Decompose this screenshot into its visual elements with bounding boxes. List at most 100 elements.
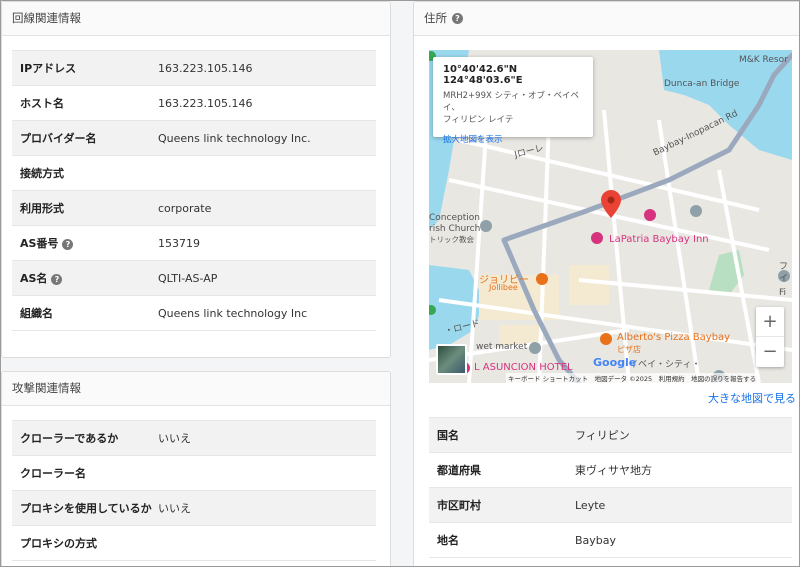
address-key: 地名 — [429, 522, 575, 558]
address-value: 東ヴィサヤ地方 — [575, 452, 792, 488]
map-info-window: 10°40'42.6"N 124°48'03.6"E MRH2+99X シティ・… — [433, 57, 593, 145]
network-info-key-label: ホスト名 — [20, 97, 64, 110]
map-label-conception-2: rish Church — [429, 224, 481, 234]
google-logo: Google — [593, 356, 637, 369]
network-info-row: AS番号? 153719 — [12, 225, 376, 261]
address-key: 市区町村 — [429, 487, 575, 523]
network-info-key: プロバイダー名 — [12, 120, 158, 156]
address-key-label: 都道府県 — [437, 464, 481, 477]
network-info-key: IPアドレス — [12, 50, 158, 86]
attack-info-value: いいえ — [158, 490, 376, 526]
map-attribution[interactable]: キーボード ショートカット 地図データ ©2025 利用規約 地図の誤りを報告す… — [506, 373, 759, 383]
help-icon[interactable]: ? — [452, 13, 463, 24]
address-value: Baybay — [575, 522, 792, 558]
network-info-value: Queens link technology Inc — [158, 295, 376, 331]
address-value: Leyte — [575, 487, 792, 523]
network-info-value — [158, 155, 376, 191]
map-label-conception-3: トリック教会 — [429, 235, 474, 244]
network-info-key-label: 利用形式 — [20, 202, 64, 215]
network-info-key: ホスト名 — [12, 85, 158, 121]
network-info-title: 回線関連情報 — [12, 11, 81, 25]
network-info-value: 163.223.105.146 — [158, 50, 376, 86]
network-info-key-label: AS番号 — [20, 237, 59, 250]
map-label-jollibee-2: Jollibee — [489, 283, 518, 292]
attack-info-value: いいえ — [158, 420, 376, 456]
map-plus-code: MRH2+99X シティ・オブ・ベイベイ、 — [443, 91, 579, 113]
map-label-wet-market: wet market — [476, 342, 528, 352]
address-row: 市区町村 Leyte — [429, 487, 792, 523]
zoom-out-button[interactable]: − — [756, 337, 784, 367]
zoom-controls: + − — [756, 307, 784, 367]
network-info-row: 接続方式 — [12, 155, 376, 191]
network-info-row: ホスト名 163.223.105.146 — [12, 85, 376, 121]
attack-info-row: クローラーであるか いいえ — [12, 420, 376, 456]
map-label-mk: M&K Resor — [739, 55, 788, 65]
attack-info-key-label: クローラー名 — [20, 467, 86, 480]
satellite-toggle[interactable] — [436, 344, 467, 375]
network-info-row: 利用形式 corporate — [12, 190, 376, 226]
network-info-key-label: AS名 — [20, 272, 48, 285]
address-key-label: 国名 — [437, 429, 459, 442]
map-label-dunca: Dunca-an Bridge — [664, 79, 740, 89]
help-icon[interactable]: ? — [51, 274, 63, 285]
map-label-side2: イ — [779, 274, 789, 284]
page-frame: 回線関連情報 IPアドレス 163.223.105.146 ホスト名 163.223.… — [0, 0, 800, 567]
attack-info-key: プロキシの方式 — [12, 525, 158, 561]
address-key: 都道府県 — [429, 452, 575, 488]
attack-info-key: プロキシを使用しているか — [12, 490, 158, 526]
map-enlarge-link[interactable]: 拡大地図を表示 — [443, 133, 583, 145]
address-title: 住所 — [424, 11, 447, 25]
network-info-value: QLTI-AS-AP — [158, 260, 376, 296]
address-row: 国名 フィリピン — [429, 417, 792, 453]
map-pin-icon[interactable] — [601, 190, 621, 218]
network-info-value: 163.223.105.146 — [158, 85, 376, 121]
address-key-label: 市区町村 — [437, 499, 481, 512]
view-larger-map-link[interactable]: 大きな地図で見る — [708, 390, 796, 406]
attack-info-key-label: プロキシの方式 — [20, 537, 97, 550]
attack-info-value — [158, 455, 376, 491]
map-coordinates: 10°40'42.6"N 124°48'03.6"E — [443, 64, 523, 86]
attack-info-row: クローラー名 — [12, 455, 376, 491]
network-info-row: IPアドレス 163.223.105.146 — [12, 50, 376, 86]
network-info-key: 組織名 — [12, 295, 158, 331]
attack-info-row: プロキシを使用しているか いいえ — [12, 490, 376, 526]
attack-info-value — [158, 525, 376, 561]
network-info-key: AS番号? — [12, 225, 158, 261]
network-info-value: corporate — [158, 190, 376, 226]
attack-info-row: プロキシの方式 — [12, 525, 376, 561]
network-info-row: AS名? QLTI-AS-AP — [12, 260, 376, 296]
map-label-city: イベイ・シティ・ — [629, 360, 701, 370]
map-label-conception: Conception — [429, 213, 480, 223]
network-info-key: 利用形式 — [12, 190, 158, 226]
attack-info-header: 攻撃関連情報 — [2, 372, 390, 406]
map-label-side3: Fi — [779, 288, 787, 298]
address-value: フィリピン — [575, 417, 792, 453]
map-label-alberto: Alberto's Pizza Baybay — [617, 332, 731, 343]
map-label-alberto-2: ピザ店 — [617, 345, 641, 354]
network-info-key: 接続方式 — [12, 155, 158, 191]
address-table: 国名 フィリピン都道府県 東ヴィサヤ地方市区町村 Leyte 地名 Baybay — [429, 417, 792, 558]
attack-info-table: クローラーであるか いいえ クローラー名 プロキシを使用しているか いいえ プロキシの方式 — [12, 420, 376, 561]
network-info-key-label: プロバイダー名 — [20, 132, 97, 145]
address-key-label: 地名 — [437, 534, 459, 547]
network-info-row: 組織名 Queens link technology Inc — [12, 295, 376, 331]
network-info-key-label: IPアドレス — [20, 62, 77, 75]
address-row: 地名 Baybay — [429, 522, 792, 558]
map-label-lapatria: LaPatria Baybay Inn — [609, 234, 709, 245]
attack-info-key: クローラー名 — [12, 455, 158, 491]
network-info-table: IPアドレス 163.223.105.146 ホスト名 163.223.105.146… — [12, 50, 376, 331]
address-row: 都道府県 東ヴィサヤ地方 — [429, 452, 792, 488]
address-header: 住所 ? — [414, 2, 799, 36]
network-info-key-label: 組織名 — [20, 307, 53, 320]
map-region: フィリピン レイテ — [443, 115, 514, 125]
attack-info-key-label: クローラーであるか — [20, 432, 119, 445]
attack-info-title: 攻撃関連情報 — [12, 381, 81, 395]
network-info-key: AS名? — [12, 260, 158, 296]
map-label-asuncion: L ASUNCION HOTEL — [474, 362, 573, 373]
network-info-header: 回線関連情報 — [2, 2, 390, 36]
help-icon[interactable]: ? — [62, 239, 74, 250]
attack-info-key-label: プロキシを使用しているか — [20, 502, 152, 515]
zoom-in-button[interactable]: + — [756, 307, 784, 337]
network-info-value: Queens link technology Inc. — [158, 120, 376, 156]
network-info-key-label: 接続方式 — [20, 167, 64, 180]
